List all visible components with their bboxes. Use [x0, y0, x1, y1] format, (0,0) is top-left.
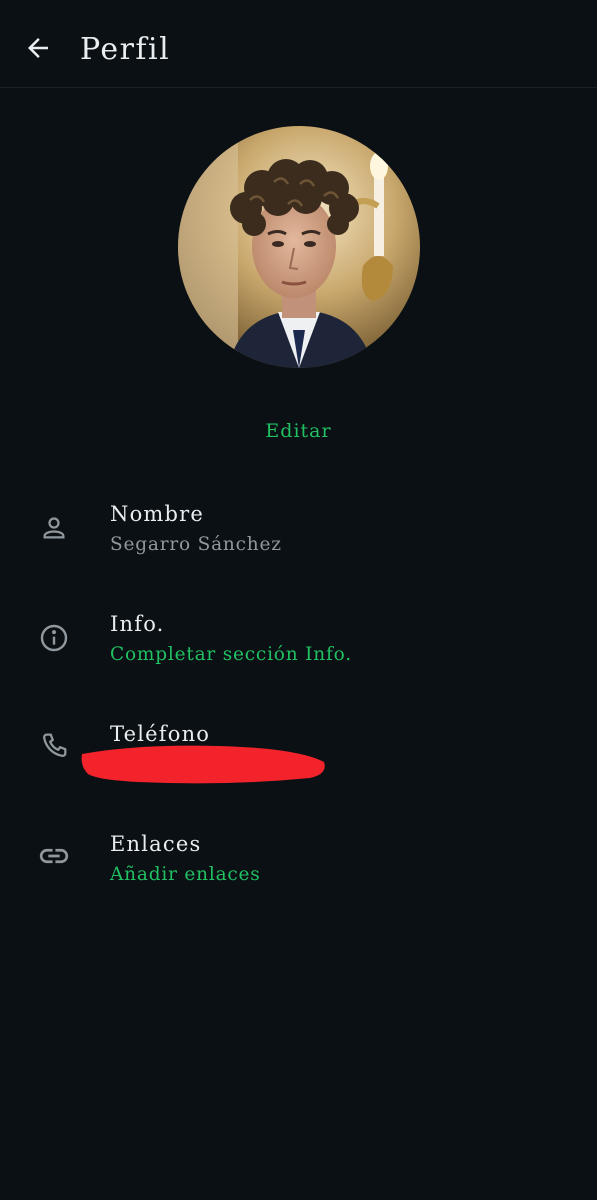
- avatar[interactable]: [178, 126, 420, 368]
- links-row[interactable]: Enlaces Añadir enlaces: [0, 830, 597, 910]
- name-value: Segarro Sánchez: [110, 534, 282, 555]
- redaction-scribble: [81, 745, 325, 784]
- page-title: Perfil: [80, 32, 171, 67]
- edit-photo-link[interactable]: Editar: [0, 420, 597, 442]
- name-label: Nombre: [110, 502, 205, 526]
- back-button[interactable]: [18, 28, 58, 68]
- app-bar: Perfil: [0, 0, 597, 88]
- links-value[interactable]: Añadir enlaces: [110, 862, 261, 888]
- info-icon: [36, 620, 72, 656]
- profile-screen: Perfil Editar Nombre Segarro Sánchez Inf…: [0, 0, 597, 1200]
- info-label: Info.: [110, 612, 165, 636]
- info-row[interactable]: Info. Completar sección Info.: [0, 610, 597, 690]
- name-row[interactable]: Nombre Segarro Sánchez: [0, 500, 597, 580]
- profile-photo: [178, 126, 420, 368]
- link-icon: [36, 838, 72, 874]
- info-value[interactable]: Completar sección Info.: [110, 642, 352, 668]
- person-icon: [36, 510, 72, 546]
- phone-icon: [36, 728, 72, 764]
- links-label: Enlaces: [110, 832, 202, 856]
- arrow-left-icon: [28, 38, 48, 58]
